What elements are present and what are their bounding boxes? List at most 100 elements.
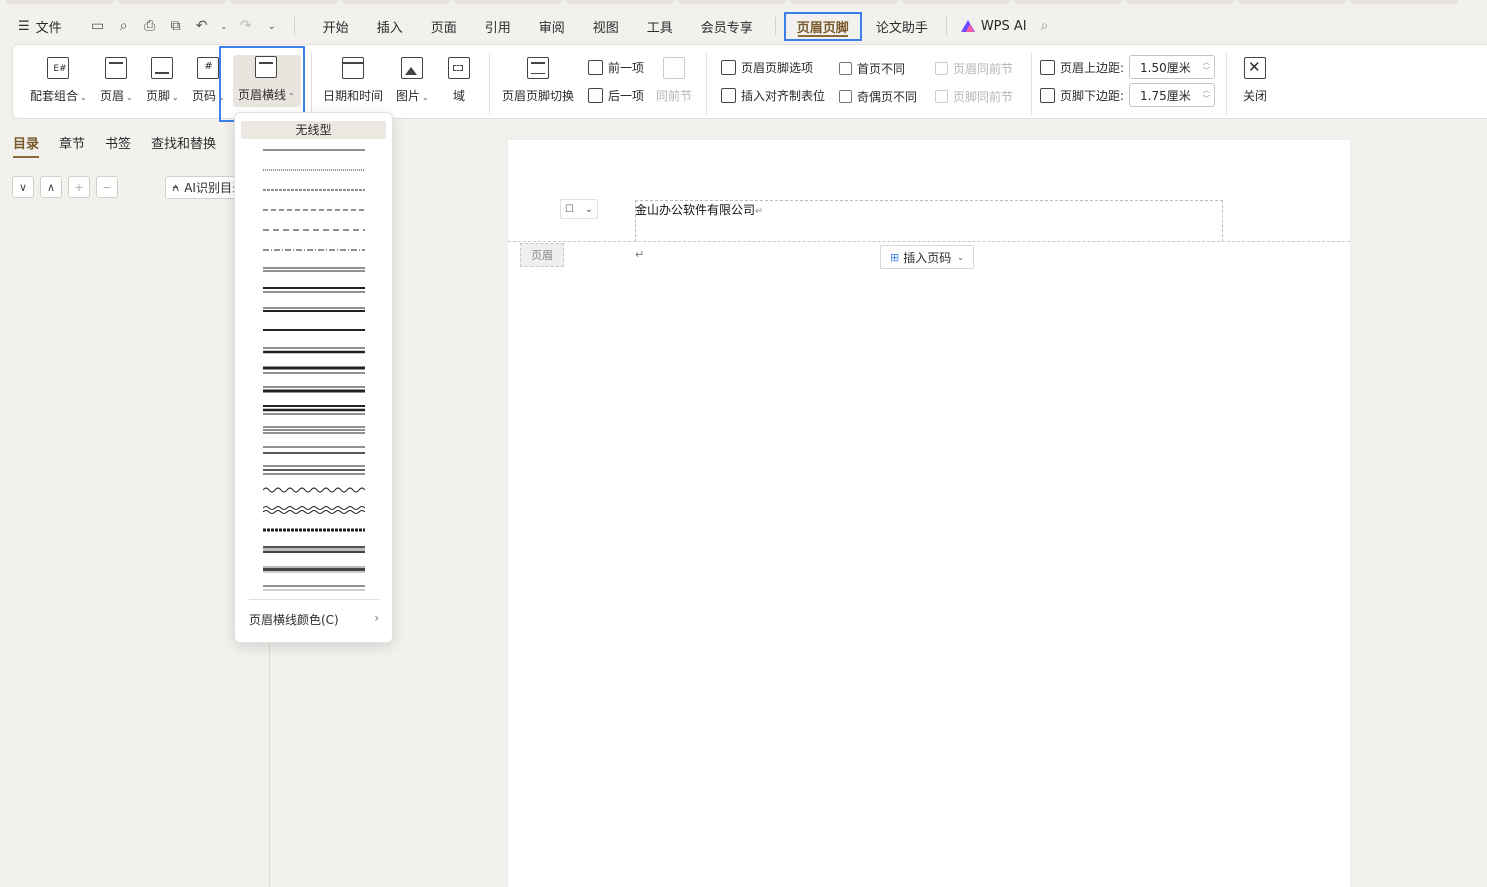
line-style-dashed-fine[interactable] [263,183,365,197]
search-icon[interactable]: ⌕ [1041,18,1049,34]
line-style-thick[interactable] [263,363,365,377]
chevron-down-icon: ⌄ [80,93,87,102]
line-style-wavy[interactable] [263,483,365,497]
line-style-dashed[interactable] [263,203,365,217]
line-style-single-medium[interactable] [263,323,365,337]
prev-item-button[interactable]: 前一项 [588,59,644,76]
spinner-arrows-icon[interactable]: ︿ ﹀ [1203,58,1210,76]
line-style-double-spaced[interactable] [263,443,365,457]
remove-icon[interactable]: − [96,176,118,198]
line-style-thick-thin[interactable] [263,283,365,297]
wps-ai-button[interactable]: WPS AI [960,19,1027,34]
expand-down-icon[interactable]: ∨ [12,176,34,198]
line-style-thin-thick[interactable] [263,303,365,317]
insert-page-number-button[interactable]: ⊞ 插入页码 ⌄ [880,245,974,269]
format-painter-icon[interactable]: ⌕ [116,18,132,34]
insert-align-tab-button[interactable]: 插入对齐制表位 [721,87,825,104]
tab-home[interactable]: 开始 [309,13,363,40]
document-page[interactable]: ☐ ⌄ 金山办公软件有限公司↵ 页眉 ↵ ⊞ 插入页码 ⌄ [508,140,1350,887]
header-region-label: 页眉 [520,243,564,267]
footer-bottom-margin-value: 1.75厘米 [1140,88,1191,103]
same-as-previous-button[interactable]: 同前节 [656,57,692,104]
field-button[interactable]: 域 [448,57,470,104]
ai-icon: ⍲ [172,180,180,194]
line-style-outset[interactable] [263,581,365,595]
chevron-down-icon: ⌄ [422,93,429,102]
footer-bottom-margin: 页脚下边距: 1.75厘米 ︿ ﹀ [1040,83,1216,107]
header-footer-switch-button[interactable]: 页眉页脚切换 [502,57,574,104]
header-footer-options-button[interactable]: 页眉页脚选项 [721,59,813,76]
header-same-as-prev-checkbox[interactable]: 页眉同前节 [935,60,1013,77]
customize-dropdown-icon[interactable]: ⌄ [264,18,280,34]
line-style-engrave[interactable] [263,563,365,577]
nav-tab-bookmarks[interactable]: 书签 [105,133,131,152]
add-icon[interactable]: + [68,176,90,198]
odd-even-different-checkbox[interactable]: 奇偶页不同 [839,88,917,105]
line-style-dash-dot-stroked[interactable] [263,523,365,537]
page-number-icon: ⊞ [890,250,900,264]
header-button[interactable]: 页眉 ⌄ [100,57,133,104]
datetime-button[interactable]: 日期和时间 [323,57,383,104]
header-top-margin-input[interactable]: 1.50厘米 ︿ ﹀ [1129,55,1216,79]
window-tab-strip [0,0,1487,6]
line-style-heavy-double[interactable] [263,403,365,417]
nav-tab-find-replace[interactable]: 查找和替换 [151,133,216,152]
undo-icon[interactable]: ↶ [194,18,210,34]
line-style-triple-thick[interactable] [263,383,365,397]
undo-dropdown-icon[interactable]: ⌄ [220,18,228,34]
print-icon[interactable]: ⎙ [142,18,158,34]
tab-thesis-assistant[interactable]: 论文助手 [862,13,942,40]
tab-tools[interactable]: 工具 [633,13,687,40]
line-style-thin-triple[interactable] [263,423,365,437]
line-style-none[interactable]: 无线型 [241,121,386,139]
tab-header-footer[interactable]: 页眉页脚 [783,11,862,41]
nav-tab-toc[interactable]: 目录 [13,133,40,158]
tab-member[interactable]: 会员专享 [687,13,767,40]
footer-button[interactable]: 页脚 ⌄ [146,57,179,104]
file-menu[interactable]: ☰ 文件 [18,17,62,36]
footer-bottom-margin-input[interactable]: 1.75厘米 ︿ ﹀ [1129,83,1216,107]
tab-view[interactable]: 视图 [579,13,633,40]
picture-button[interactable]: 图片 ⌄ [396,57,429,104]
field-icon [448,57,470,79]
nav-tab-chapters[interactable]: 章节 [59,133,85,152]
options-icon [721,60,736,75]
first-page-different-checkbox[interactable]: 首页不同 [839,60,905,77]
line-style-dash-dot[interactable] [263,243,365,257]
next-item-button[interactable]: 后一项 [588,87,644,104]
header-layout-icon: ☐ [565,203,574,215]
tab-insert[interactable]: 插入 [363,13,417,40]
header-text[interactable]: 金山办公软件有限公司↵ [635,201,763,218]
print-preview-icon[interactable]: ⧉ [168,18,184,34]
header-line-color-menu-item[interactable]: 页眉横线颜色(C) › [249,611,379,628]
ai-recognize-toc-button[interactable]: ⍲ AI识别目录 [165,176,245,199]
line-style-dotted[interactable] [263,163,365,177]
tab-review[interactable]: 审阅 [525,13,579,40]
redo-icon[interactable]: ↷ [238,18,254,34]
save-icon[interactable]: ▭ [90,18,106,34]
header-boundary-line [508,241,1350,242]
tab-references[interactable]: 引用 [471,13,525,40]
combo-button[interactable]: E# 配套组合 ⌄ [30,57,87,104]
line-style-triple[interactable] [263,463,365,477]
tab-page[interactable]: 页面 [417,13,471,40]
ribbon-separator [489,53,490,115]
line-style-double-thin[interactable] [263,263,365,277]
spinner-arrows-icon[interactable]: ︿ ﹀ [1203,86,1210,104]
line-style-emboss[interactable] [263,543,365,557]
picture-label: 图片 [396,89,421,103]
line-style-thick-double[interactable] [263,343,365,357]
line-style-double-wavy[interactable] [263,503,365,517]
combo-icon: E# [47,57,70,79]
line-style-single[interactable] [263,143,365,157]
checkbox-icon [935,90,948,103]
footer-same-as-prev-checkbox[interactable]: 页脚同前节 [935,88,1013,105]
close-header-footer-button[interactable]: ✕ 关闭 [1243,57,1267,104]
chevron-right-icon: › [374,611,379,625]
line-style-dashed-long[interactable] [263,223,365,237]
header-layout-control[interactable]: ☐ ⌄ [560,199,598,219]
collapse-up-icon[interactable]: ∧ [40,176,62,198]
chevron-down-icon: ⌄ [126,93,133,102]
chevron-down-icon: ⌄ [957,252,964,262]
odd-even-different-label: 奇偶页不同 [857,90,918,104]
